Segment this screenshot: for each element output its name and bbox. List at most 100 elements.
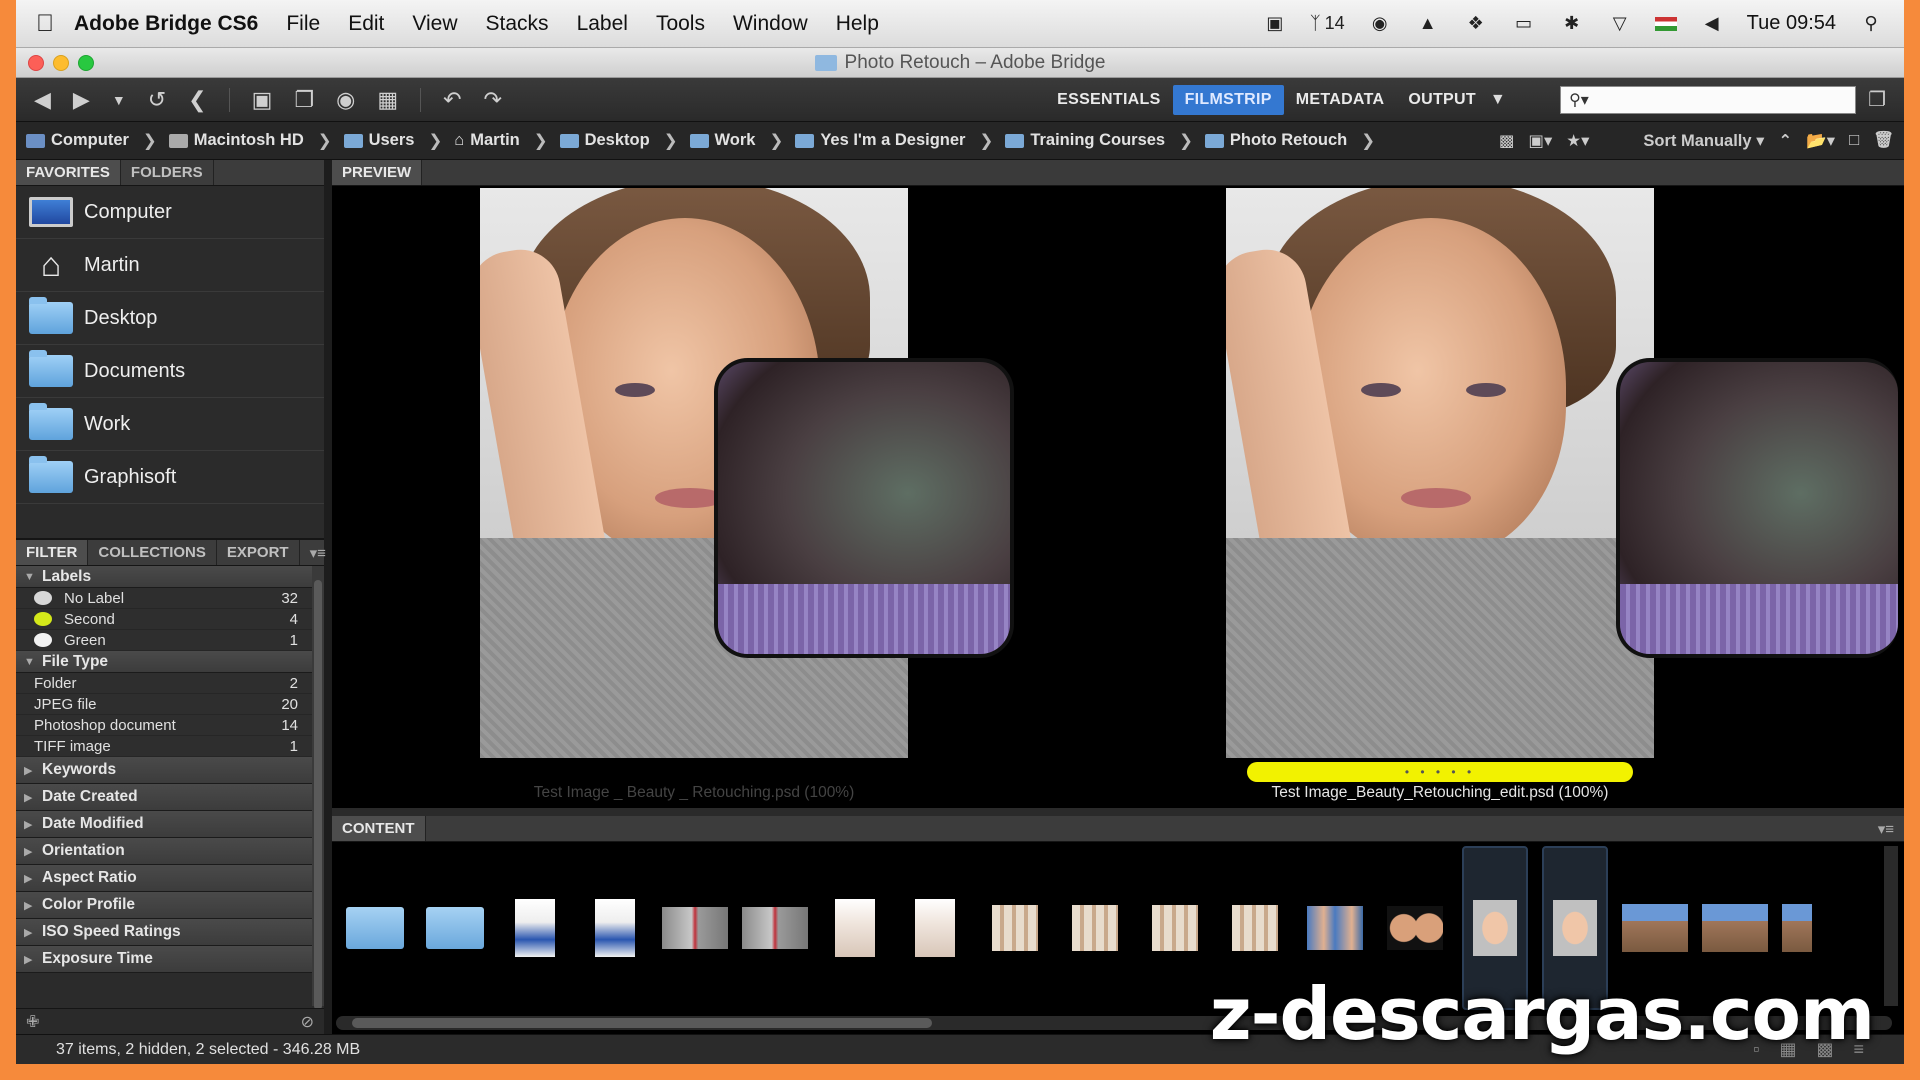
thumbnail[interactable] [662,868,728,988]
thumbnail[interactable] [902,868,968,988]
crumb-computer[interactable]: Computer ❯ [26,131,165,151]
tab-filter[interactable]: FILTER [16,540,89,565]
panel-menu-icon[interactable]: ▾≡ [1868,816,1904,841]
crumb-martin[interactable]: ⌂ Martin ❯ [454,131,555,151]
crumb-training[interactable]: Training Courses ❯ [1005,131,1201,151]
adobe-icon[interactable]: ᛉ 14 [1310,13,1345,34]
tab-collections[interactable]: COLLECTIONS [88,540,217,565]
filter-section-aspect-ratio[interactable]: ▶ Aspect Ratio [16,865,312,892]
filter-section-keywords[interactable]: ▶ Keywords [16,757,312,784]
thumbnail[interactable] [1062,868,1128,988]
chevron-down-icon[interactable]: ▼ [112,92,126,108]
refine-icon[interactable]: ❐ [294,87,314,113]
boomerang-icon[interactable]: ❮ [188,87,206,113]
menu-app-name[interactable]: Adobe Bridge CS6 [74,12,258,36]
filter-item-green[interactable]: Green 1 [16,630,312,651]
thumbnail[interactable] [1702,868,1768,988]
rotate-right-icon[interactable]: ↷ [484,87,502,113]
menu-label[interactable]: Label [577,12,628,36]
volume-icon[interactable]: ◀ [1699,13,1725,34]
back-icon[interactable]: ◀ [34,87,51,113]
camera-download-icon[interactable]: ▣ [252,87,273,113]
thumbnail[interactable] [502,868,568,988]
filter-item-jpeg[interactable]: JPEG file 20 [16,694,312,715]
spotlight-icon[interactable]: ⚲ [1858,13,1884,34]
sort-ascending-icon[interactable]: ⌃ [1778,131,1792,151]
globe-icon[interactable]: ◉ [1367,13,1393,34]
rotate-left-icon[interactable]: ↶ [443,87,461,113]
menu-view[interactable]: View [412,12,457,36]
trash-icon[interactable]: 🗑 [1873,131,1894,150]
favorite-graphisoft[interactable]: Graphisoft [16,451,324,504]
filter-section-file-type[interactable]: ▼ File Type [16,651,312,673]
thumbnail[interactable] [1382,868,1448,988]
thumbnail[interactable] [1142,868,1208,988]
thumbnail[interactable] [422,868,488,988]
bluetooth-icon[interactable]: ✱ [1559,13,1585,34]
output-icon[interactable]: ▦ [377,87,398,113]
menu-edit[interactable]: Edit [348,12,384,36]
clock[interactable]: Tue 09:54 [1747,12,1836,35]
crumb-users[interactable]: Users ❯ [343,131,451,151]
workspace-output[interactable]: OUTPUT [1396,85,1488,115]
drive-icon[interactable]: ▲ [1415,13,1441,34]
filter-item-psd[interactable]: Photoshop document 14 [16,715,312,736]
clear-filter-icon[interactable]: ⊘ [301,1012,314,1032]
filter-section-iso[interactable]: ▶ ISO Speed Ratings [16,919,312,946]
content-vertical-scrollbar[interactable] [1884,846,1898,1006]
thumbnail[interactable] [982,868,1048,988]
filter-section-labels[interactable]: ▼ Labels [16,566,312,588]
star-icon[interactable]: ★▾ [1566,131,1589,151]
thumbnail[interactable] [582,868,648,988]
thumbnail[interactable] [342,868,408,988]
filter-scrollbar[interactable] [312,566,324,1010]
menu-tools[interactable]: Tools [656,12,705,36]
favorite-computer[interactable]: Computer [16,186,324,239]
tab-content[interactable]: CONTENT [332,816,426,841]
loupe-original[interactable] [714,358,1014,658]
display-icon[interactable]: ▭ [1511,13,1537,34]
pin-icon[interactable]: ✙ [26,1012,39,1032]
favorite-desktop[interactable]: Desktop [16,292,324,345]
sort-dropdown[interactable]: Sort Manually ▾ [1643,131,1764,151]
panel-menu-icon[interactable]: ▾≡ [300,540,336,565]
compact-mode-icon[interactable]: ❐ [1868,87,1886,112]
filter-section-date-modified[interactable]: ▶ Date Modified [16,811,312,838]
crumb-photo-retouch[interactable]: Photo Retouch ❯ [1204,131,1383,151]
zoom-icon[interactable] [78,55,94,71]
minimize-icon[interactable] [53,55,69,71]
favorite-martin[interactable]: ⌂ Martin [16,239,324,292]
workspace-metadata[interactable]: METADATA [1284,85,1397,115]
forward-icon[interactable]: ▶ [73,87,90,113]
tab-folders[interactable]: FOLDERS [121,160,214,185]
menu-help[interactable]: Help [836,12,879,36]
tab-favorites[interactable]: FAVORITES [16,160,121,185]
filter-item-tiff[interactable]: TIFF image 1 [16,736,312,757]
camera-raw-icon[interactable]: ◉ [336,87,355,113]
filter-item-second[interactable]: Second 4 [16,609,312,630]
thumbnail[interactable] [1782,868,1812,988]
search-field[interactable]: ⚲▾ [1560,85,1857,114]
thumbnail[interactable] [742,868,808,988]
thumbnail[interactable] [1222,868,1288,988]
favorite-documents[interactable]: Documents [16,345,324,398]
open-recent-icon[interactable]: 📂▾ [1806,131,1835,151]
thumbnail-quality-icon[interactable]: ▣▾ [1528,131,1552,151]
filter-section-color-profile[interactable]: ▶ Color Profile [16,892,312,919]
filter-item-no-label[interactable]: No Label 32 [16,588,312,609]
menu-stacks[interactable]: Stacks [486,12,549,36]
new-folder-icon[interactable]: □ [1849,131,1859,150]
tab-export[interactable]: EXPORT [217,540,300,565]
filter-item-folder[interactable]: Folder 2 [16,673,312,694]
menu-window[interactable]: Window [733,12,808,36]
filter-section-exposure[interactable]: ▶ Exposure Time [16,946,312,973]
close-icon[interactable] [28,55,44,71]
search-input[interactable] [1594,92,1856,107]
thumbnail[interactable] [822,868,888,988]
thumbnail[interactable] [1622,868,1688,988]
loupe-edited[interactable] [1616,358,1898,658]
crumb-work[interactable]: Work ❯ [689,131,792,151]
filter-section-date-created[interactable]: ▶ Date Created [16,784,312,811]
crumb-desktop[interactable]: Desktop ❯ [559,131,686,151]
apple-icon[interactable]:  [36,10,74,38]
